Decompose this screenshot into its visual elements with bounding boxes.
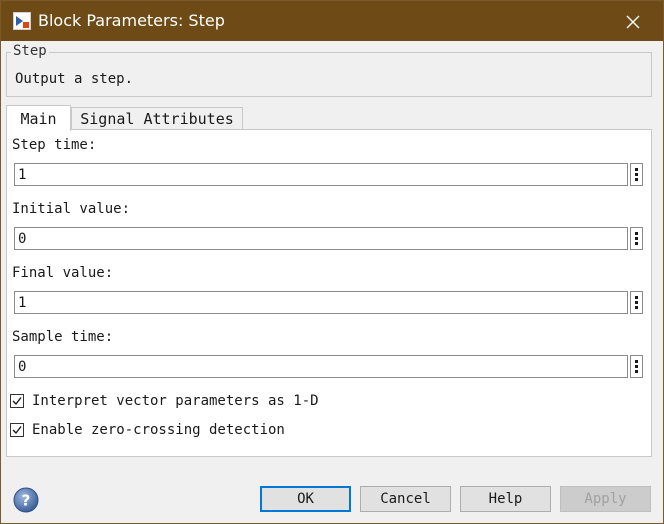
apply-button[interactable]: Apply <box>560 486 651 512</box>
zero-crossing-checkbox-row[interactable]: Enable zero-crossing detection <box>10 422 285 438</box>
step-time-input[interactable] <box>14 163 628 186</box>
help-button[interactable]: Help <box>460 486 551 512</box>
interpret-vector-checkbox-row[interactable]: Interpret vector parameters as 1-D <box>10 393 319 409</box>
sample-time-more-button[interactable] <box>630 355 643 378</box>
interpret-vector-label: Interpret vector parameters as 1-D <box>32 393 319 409</box>
block-parameters-dialog: Block Parameters: Step Step Output a ste… <box>0 0 664 524</box>
final-value-more-button[interactable] <box>630 291 643 314</box>
final-value-label: Final value: <box>12 265 114 281</box>
block-description: Output a step. <box>15 71 134 87</box>
zero-crossing-label: Enable zero-crossing detection <box>32 422 285 438</box>
close-icon <box>626 15 640 29</box>
initial-value-more-button[interactable] <box>630 227 643 250</box>
help-icon[interactable]: ? <box>13 487 39 513</box>
step-time-label: Step time: <box>12 137 97 153</box>
more-vertical-icon <box>635 168 638 181</box>
tab-signal-attributes-label: Signal Attributes <box>80 110 234 128</box>
svg-text:?: ? <box>22 492 31 510</box>
close-button[interactable] <box>615 9 651 35</box>
step-time-more-button[interactable] <box>630 163 643 186</box>
checkmark-icon <box>12 397 22 406</box>
sample-time-label: Sample time: <box>12 329 114 345</box>
interpret-vector-checkbox[interactable] <box>10 394 24 408</box>
more-vertical-icon <box>635 232 638 245</box>
tab-signal-attributes[interactable]: Signal Attributes <box>71 107 243 130</box>
sample-time-input[interactable] <box>14 355 628 378</box>
simulink-block-icon <box>13 12 31 30</box>
checkmark-icon <box>12 426 22 435</box>
tab-main-label: Main <box>20 109 57 128</box>
title-bar[interactable]: Block Parameters: Step <box>1 1 663 41</box>
more-vertical-icon <box>635 296 638 309</box>
initial-value-input[interactable] <box>14 227 628 250</box>
window-title: Block Parameters: Step <box>38 11 225 30</box>
tab-main[interactable]: Main <box>6 105 71 131</box>
description-group-label: Step <box>11 43 49 59</box>
cancel-button[interactable]: Cancel <box>360 486 451 512</box>
zero-crossing-checkbox[interactable] <box>10 423 24 437</box>
more-vertical-icon <box>635 360 638 373</box>
ok-button[interactable]: OK <box>260 486 351 512</box>
final-value-input[interactable] <box>14 291 628 314</box>
initial-value-label: Initial value: <box>12 201 131 217</box>
